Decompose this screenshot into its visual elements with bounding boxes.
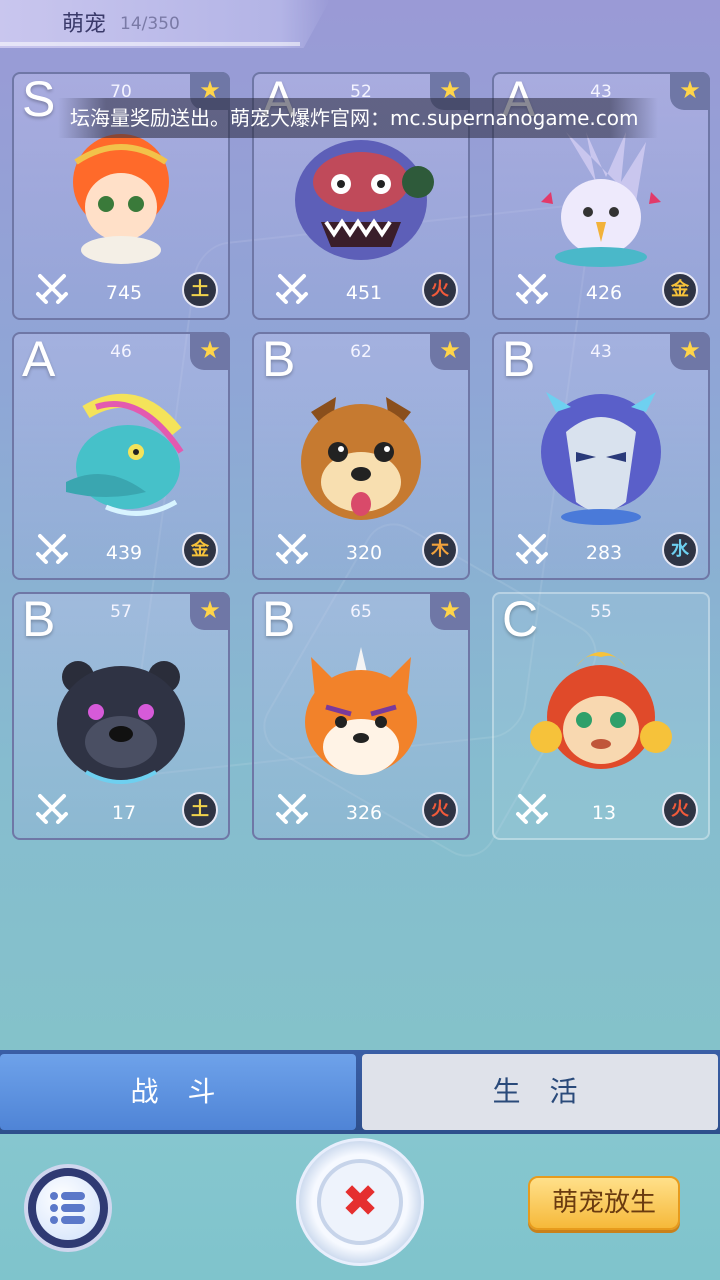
crossed-swords-icon [274, 270, 310, 306]
pet-avatar [46, 382, 196, 532]
list-icon [36, 1176, 100, 1240]
menu-button[interactable] [24, 1164, 112, 1252]
pet-power: 426 [585, 282, 623, 304]
pet-card[interactable]: B 65 ★ 326 火 [252, 591, 470, 840]
element-badge: 木 [422, 532, 458, 568]
pet-card[interactable]: B 62 ★ 320 木 [252, 331, 470, 580]
pet-avatar [46, 642, 196, 792]
pet-card[interactable]: B 57 ★ 17 土 [12, 591, 230, 840]
element-badge: 火 [422, 792, 458, 828]
crossed-swords-icon [34, 270, 70, 306]
pet-power: 13 [591, 802, 617, 824]
crossed-swords-icon [34, 790, 70, 826]
pet-avatar [526, 642, 676, 792]
pet-card[interactable]: C 55 13 火 [492, 591, 710, 840]
element-badge: 火 [662, 792, 698, 828]
tab-battle[interactable]: 战 斗 [0, 1054, 356, 1130]
release-pet-button[interactable]: 萌宠放生 [528, 1176, 680, 1230]
crossed-swords-icon [34, 530, 70, 566]
pet-power: 451 [345, 282, 383, 304]
pet-power: 320 [345, 542, 383, 564]
element-badge: 土 [182, 272, 218, 308]
pet-power: 326 [345, 802, 383, 824]
tab-life[interactable]: 生 活 [362, 1054, 718, 1130]
pet-card[interactable]: A 46 ★ 439 金 [12, 331, 230, 580]
pet-power: 17 [111, 802, 137, 824]
star-icon[interactable]: ★ [190, 592, 230, 630]
pet-avatar [526, 382, 676, 532]
pet-avatar [526, 122, 676, 272]
pet-power: 283 [585, 542, 623, 564]
close-icon: ✖ [341, 1176, 379, 1227]
element-badge: 金 [662, 272, 698, 308]
page-title: 萌宠 [62, 12, 107, 37]
star-icon[interactable]: ★ [430, 332, 470, 370]
pet-count: 14/350 [120, 14, 180, 34]
close-button[interactable]: ✖ [296, 1138, 424, 1266]
header-stripe [0, 42, 300, 46]
star-icon[interactable]: ★ [670, 72, 710, 110]
pet-power: 439 [105, 542, 143, 564]
pet-avatar [286, 122, 436, 272]
crossed-swords-icon [514, 270, 550, 306]
pet-avatar [286, 382, 436, 532]
element-badge: 水 [662, 532, 698, 568]
crossed-swords-icon [514, 530, 550, 566]
pet-card[interactable]: B 43 ★ 283 水 [492, 331, 710, 580]
crossed-swords-icon [274, 790, 310, 826]
element-badge: 火 [422, 272, 458, 308]
tab-bar: 战 斗 生 活 [0, 1050, 720, 1134]
pet-power: 745 [105, 282, 143, 304]
pet-avatar [286, 642, 436, 792]
pet-level: 55 [590, 602, 612, 622]
scrolling-announcement: 坛海量奖励送出。萌宠大爆炸官网：mc.supernanogame.com [58, 98, 658, 138]
star-icon[interactable]: ★ [430, 592, 470, 630]
crossed-swords-icon [274, 530, 310, 566]
star-icon[interactable]: ★ [670, 332, 710, 370]
pet-avatar [46, 122, 196, 272]
element-badge: 金 [182, 532, 218, 568]
star-icon[interactable]: ★ [190, 332, 230, 370]
element-badge: 土 [182, 792, 218, 828]
crossed-swords-icon [514, 790, 550, 826]
